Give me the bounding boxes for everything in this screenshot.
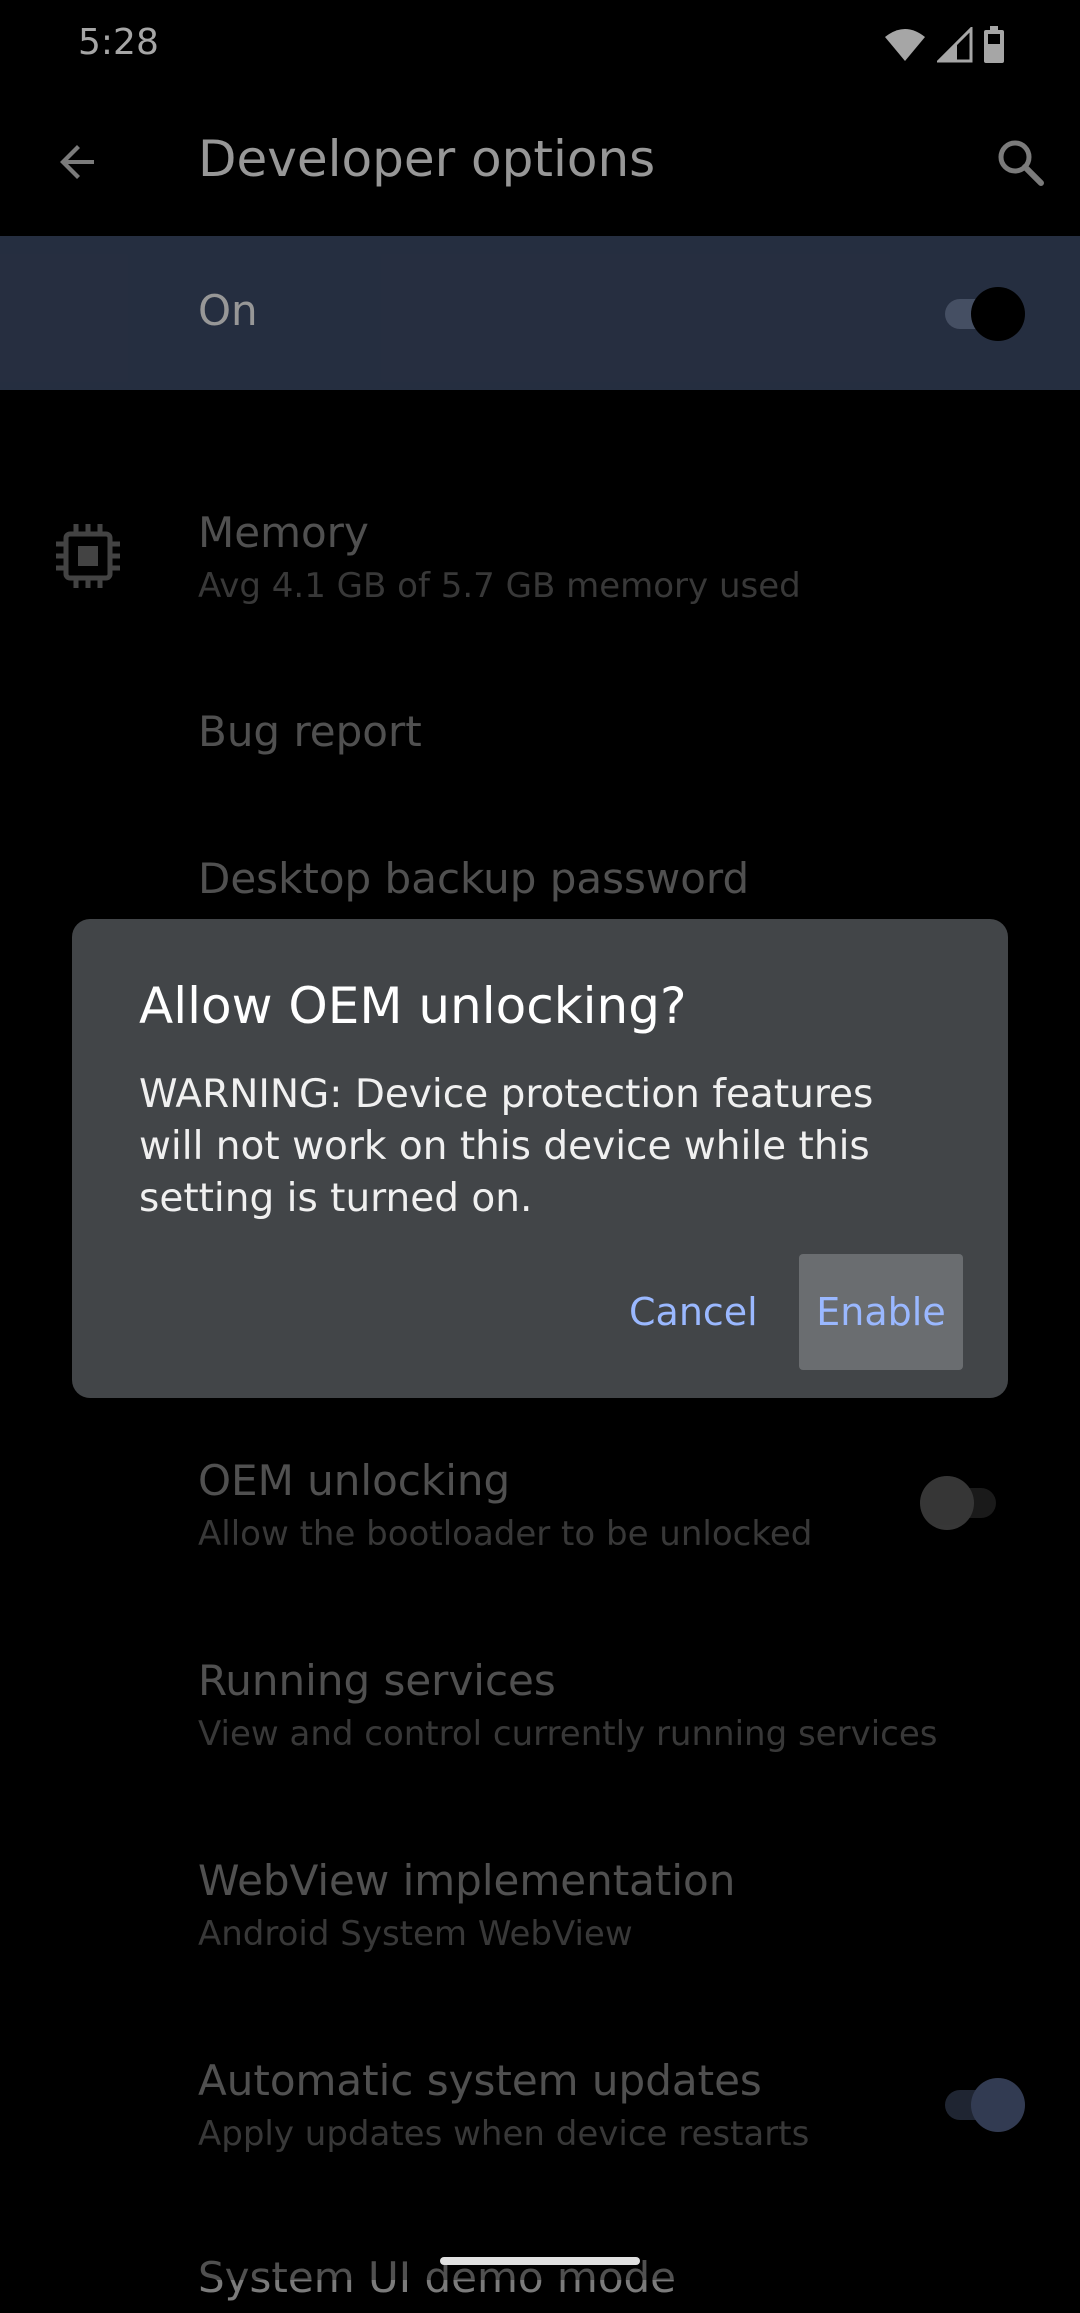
enable-button[interactable]: Enable — [799, 1254, 963, 1370]
oem-unlock-dialog: Allow OEM unlocking? WARNING: Device pro… — [72, 919, 1008, 1398]
home-indicator[interactable] — [440, 2257, 640, 2265]
dialog-title: Allow OEM unlocking? — [139, 977, 687, 1035]
dialog-message: WARNING: Device protection features will… — [139, 1072, 874, 1221]
cancel-button[interactable]: Cancel — [609, 1254, 778, 1370]
